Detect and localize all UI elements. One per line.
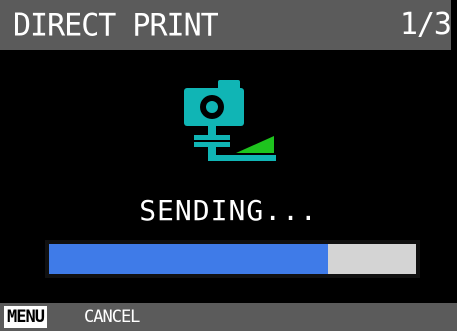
- menu-key-label[interactable]: MENU: [4, 306, 47, 328]
- camera-to-printer-transfer-icon: [180, 78, 280, 170]
- title-bar: DIRECT PRINT 1/3: [0, 0, 452, 50]
- cable-vertical-upper: [208, 126, 216, 136]
- cancel-action-label: CANCEL: [84, 307, 140, 327]
- camera-lcd-screen: DIRECT PRINT 1/3 SENDING... MENU CANCEL: [0, 0, 457, 331]
- transfer-icon-graphic: [184, 80, 276, 161]
- cable-horizontal-base: [208, 155, 276, 161]
- progress-fill: [49, 244, 328, 274]
- footer-bar: MENU CANCEL: [0, 303, 457, 331]
- cable-bar-top: [194, 135, 230, 140]
- screen-title: DIRECT PRINT: [13, 7, 219, 44]
- status-message: SENDING...: [139, 194, 318, 227]
- camera-lens-inner-shape: [206, 101, 218, 113]
- page-indicator: 1/3: [399, 7, 452, 42]
- arrow-shape: [236, 136, 274, 153]
- progress-track: [49, 244, 416, 274]
- progress-bar: [45, 240, 420, 278]
- camera-hump-shape: [218, 80, 240, 90]
